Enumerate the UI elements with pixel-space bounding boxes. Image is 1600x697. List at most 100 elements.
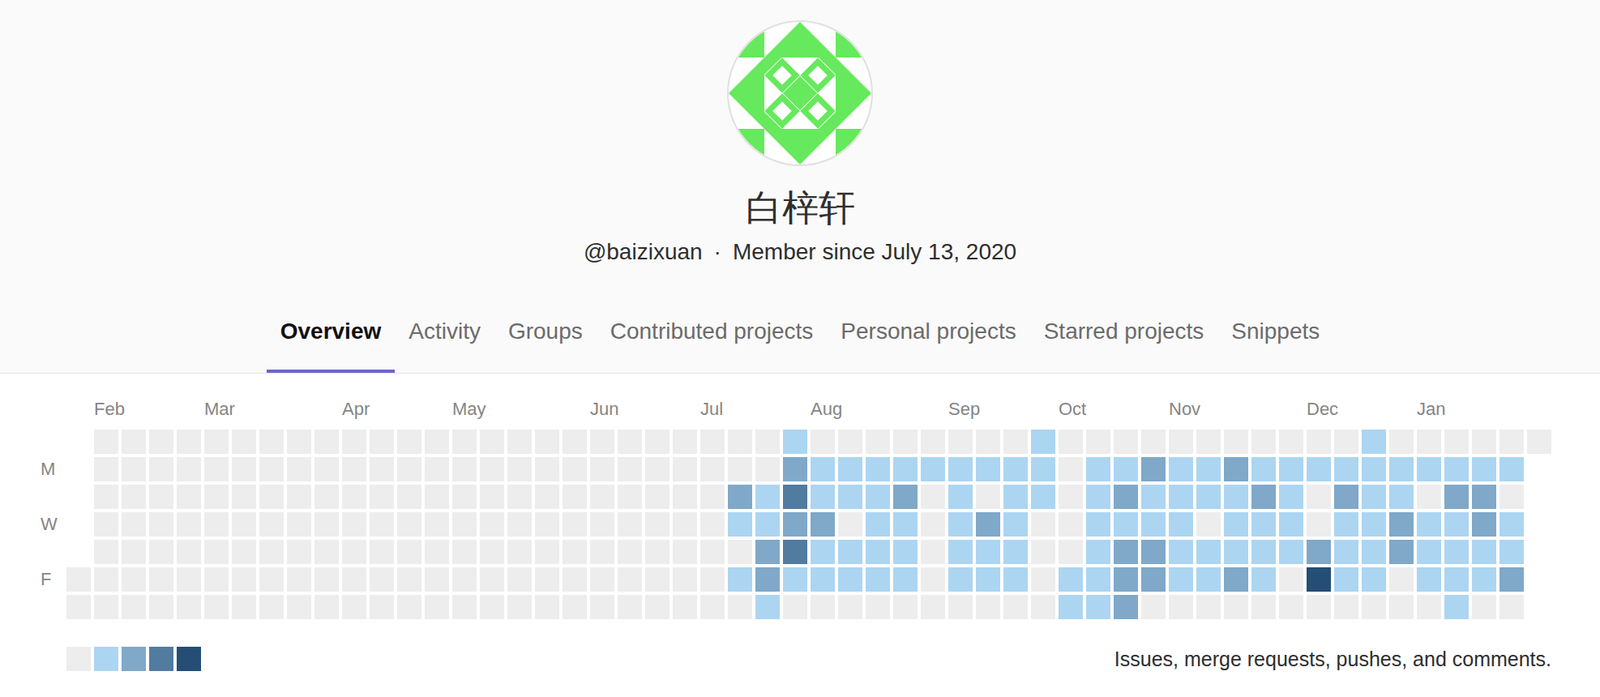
day-cell[interactable]: [838, 512, 863, 537]
day-cell[interactable]: [1031, 484, 1056, 510]
day-cell[interactable]: [1031, 539, 1056, 565]
day-cell[interactable]: [314, 457, 339, 482]
day-cell[interactable]: [286, 567, 312, 592]
day-cell[interactable]: [1279, 567, 1304, 592]
day-cell[interactable]: [1251, 429, 1276, 454]
day-cell[interactable]: [1334, 567, 1359, 592]
day-cell[interactable]: [562, 429, 587, 454]
day-cell[interactable]: [314, 594, 339, 620]
day-cell[interactable]: [369, 429, 394, 454]
day-cell[interactable]: [369, 567, 394, 592]
day-cell[interactable]: [1499, 457, 1524, 482]
day-cell[interactable]: [700, 484, 725, 510]
day-cell[interactable]: [1306, 594, 1331, 620]
day-cell[interactable]: [314, 429, 339, 454]
day-cell[interactable]: [1113, 567, 1138, 592]
day-cell[interactable]: [782, 539, 808, 565]
day-cell[interactable]: [1306, 539, 1331, 565]
day-cell[interactable]: [700, 594, 725, 620]
day-cell[interactable]: [424, 594, 450, 620]
day-cell[interactable]: [479, 567, 505, 592]
day-cell[interactable]: [1444, 539, 1469, 565]
day-cell[interactable]: [342, 567, 367, 592]
day-cell[interactable]: [286, 457, 312, 482]
profile-tab[interactable]: Activity: [394, 290, 495, 373]
day-cell[interactable]: [948, 539, 973, 565]
day-cell[interactable]: [149, 539, 174, 565]
day-cell[interactable]: [1141, 539, 1166, 565]
profile-tab[interactable]: Groups: [494, 290, 597, 373]
day-cell[interactable]: [645, 594, 670, 620]
day-cell[interactable]: [590, 594, 615, 620]
day-cell[interactable]: [1444, 457, 1469, 482]
day-cell[interactable]: [920, 512, 946, 537]
day-cell[interactable]: [1444, 429, 1469, 454]
day-cell[interactable]: [838, 457, 863, 482]
day-cell[interactable]: [507, 457, 532, 482]
day-cell[interactable]: [94, 539, 119, 565]
day-cell[interactable]: [1113, 429, 1138, 454]
day-cell[interactable]: [1031, 512, 1056, 537]
day-cell[interactable]: [204, 512, 229, 537]
day-cell[interactable]: [700, 457, 725, 482]
day-cell[interactable]: [1389, 457, 1414, 482]
day-cell[interactable]: [286, 512, 312, 537]
day-cell[interactable]: [176, 594, 202, 620]
day-cell[interactable]: [397, 484, 422, 510]
day-cell[interactable]: [121, 457, 146, 482]
day-cell[interactable]: [342, 539, 367, 565]
day-cell[interactable]: [810, 539, 835, 565]
day-cell[interactable]: [1113, 457, 1138, 482]
day-cell[interactable]: [810, 594, 835, 620]
day-cell[interactable]: [121, 539, 146, 565]
day-cell[interactable]: [1141, 484, 1166, 510]
day-cell[interactable]: [204, 539, 229, 565]
day-cell[interactable]: [920, 594, 946, 620]
day-cell[interactable]: [369, 484, 394, 510]
day-cell[interactable]: [204, 484, 229, 510]
day-cell[interactable]: [1389, 594, 1414, 620]
profile-tab[interactable]: Starred projects: [1030, 290, 1219, 373]
day-cell[interactable]: [1361, 594, 1387, 620]
day-cell[interactable]: [231, 512, 257, 537]
day-cell[interactable]: [149, 512, 174, 537]
day-cell[interactable]: [1086, 429, 1111, 454]
day-cell[interactable]: [314, 512, 339, 537]
day-cell[interactable]: [1279, 484, 1304, 510]
day-cell[interactable]: [1141, 429, 1166, 454]
day-cell[interactable]: [672, 512, 698, 537]
day-cell[interactable]: [948, 594, 973, 620]
day-cell[interactable]: [507, 429, 532, 454]
day-cell[interactable]: [231, 457, 257, 482]
day-cell[interactable]: [1334, 429, 1359, 454]
day-cell[interactable]: [727, 457, 753, 482]
day-cell[interactable]: [645, 429, 670, 454]
day-cell[interactable]: [397, 594, 422, 620]
day-cell[interactable]: [1334, 594, 1359, 620]
day-cell[interactable]: [286, 594, 312, 620]
day-cell[interactable]: [562, 457, 587, 482]
day-cell[interactable]: [893, 594, 918, 620]
day-cell[interactable]: [452, 594, 477, 620]
day-cell[interactable]: [1196, 457, 1221, 482]
day-cell[interactable]: [617, 457, 642, 482]
day-cell[interactable]: [452, 484, 477, 510]
day-cell[interactable]: [645, 567, 670, 592]
day-cell[interactable]: [1389, 484, 1414, 510]
day-cell[interactable]: [452, 512, 477, 537]
day-cell[interactable]: [975, 429, 1001, 454]
day-cell[interactable]: [204, 567, 229, 592]
day-cell[interactable]: [397, 567, 422, 592]
day-cell[interactable]: [479, 429, 505, 454]
day-cell[interactable]: [94, 594, 119, 620]
day-cell[interactable]: [1086, 567, 1111, 592]
day-cell[interactable]: [204, 457, 229, 482]
day-cell[interactable]: [645, 484, 670, 510]
day-cell[interactable]: [1196, 567, 1221, 592]
day-cell[interactable]: [424, 484, 450, 510]
day-cell[interactable]: [94, 429, 119, 454]
day-cell[interactable]: [1334, 539, 1359, 565]
day-cell[interactable]: [149, 567, 174, 592]
day-cell[interactable]: [1223, 457, 1249, 482]
day-cell[interactable]: [1471, 567, 1497, 592]
